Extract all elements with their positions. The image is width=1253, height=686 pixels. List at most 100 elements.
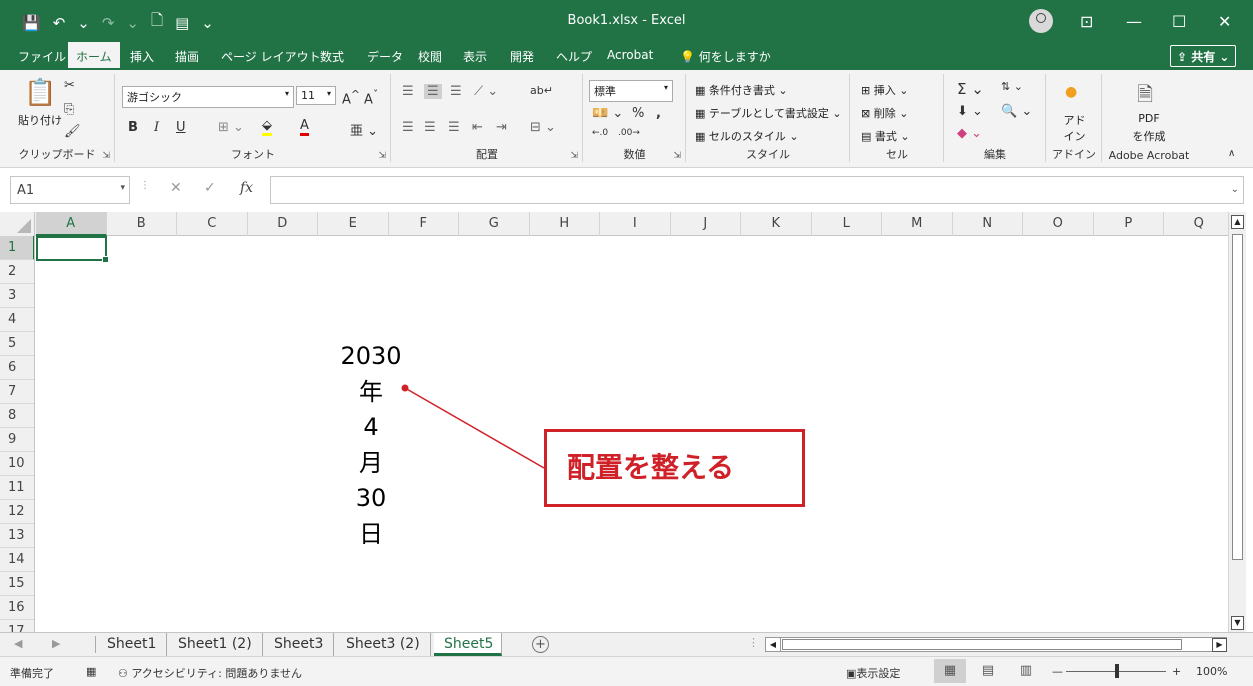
row-header-1[interactable]: 1 <box>0 236 34 260</box>
dialog-launcher-icon[interactable]: ⇲ <box>673 151 681 161</box>
row-header-5[interactable]: 5 <box>0 332 34 356</box>
minimize-icon[interactable]: — <box>1126 12 1142 31</box>
align-center-icon[interactable]: ☰ <box>424 120 436 135</box>
vertical-scroll-thumb[interactable] <box>1232 234 1243 560</box>
copy-icon[interactable]: ⎘ <box>64 102 74 117</box>
sort-filter-icon[interactable]: ⇅ ⌄ <box>1001 80 1023 93</box>
user-avatar[interactable] <box>1029 9 1053 33</box>
tab-file[interactable]: ファイル <box>18 48 66 65</box>
scroll-tabs-left-icon[interactable]: ◀ <box>14 637 22 650</box>
tab-draw[interactable]: 描画 <box>175 48 199 65</box>
scroll-up-icon[interactable]: ▲ <box>1231 215 1244 229</box>
enter-icon[interactable]: ✓ <box>204 180 216 196</box>
column-header-l[interactable]: L <box>812 212 882 236</box>
paste-button[interactable]: 貼り付け <box>18 112 62 128</box>
format-painter-icon[interactable]: 🖌 <box>64 124 81 139</box>
cancel-icon[interactable]: ✕ <box>170 180 182 196</box>
addins-button-label-2[interactable]: イン <box>1047 128 1102 144</box>
row-header-7[interactable]: 7 <box>0 380 34 404</box>
row-header-4[interactable]: 4 <box>0 308 34 332</box>
addins-icon[interactable]: ● <box>1065 84 1077 100</box>
normal-view-icon[interactable]: ▦ <box>934 659 966 683</box>
tab-developer[interactable]: 開発 <box>510 48 534 65</box>
column-header-e[interactable]: E <box>318 212 389 236</box>
dialog-launcher-icon[interactable]: ⇲ <box>102 151 110 161</box>
column-header-a[interactable]: A <box>36 212 107 236</box>
scroll-left-icon[interactable]: ◀ <box>766 638 781 651</box>
column-header-i[interactable]: I <box>600 212 671 236</box>
autosum-icon[interactable]: Σ ⌄ <box>957 80 984 98</box>
tab-view[interactable]: 表示 <box>463 48 487 65</box>
currency-icon[interactable]: 💴 ⌄ <box>592 106 623 121</box>
zoom-level[interactable]: 100% <box>1196 665 1227 678</box>
horizontal-scroll-thumb[interactable] <box>782 639 1182 650</box>
column-header-n[interactable]: N <box>953 212 1023 236</box>
wrap-text-icon[interactable]: ab↵ <box>530 84 553 97</box>
zoom-in-button[interactable]: + <box>1172 665 1181 678</box>
scroll-down-icon[interactable]: ▼ <box>1231 616 1244 630</box>
column-header-k[interactable]: K <box>741 212 812 236</box>
tab-home[interactable]: ホーム <box>68 42 120 70</box>
maximize-icon[interactable]: ☐ <box>1172 12 1186 31</box>
align-bottom-icon[interactable]: ☰ <box>450 84 462 99</box>
display-settings-button[interactable]: ▣表示設定 <box>846 665 900 681</box>
paste-icon[interactable]: 📋 <box>24 78 56 108</box>
clear-icon[interactable]: ◆ ⌄ <box>957 126 982 141</box>
dialog-launcher-icon[interactable]: ⇲ <box>378 151 386 161</box>
column-header-b[interactable]: B <box>107 212 177 236</box>
format-cells-button[interactable]: ▤ 書式 ⌄ <box>861 128 910 144</box>
column-header-c[interactable]: C <box>177 212 248 236</box>
vertical-scrollbar[interactable]: ▲ ▼ <box>1228 212 1246 632</box>
format-as-table-button[interactable]: ▦ テーブルとして書式設定 ⌄ <box>695 105 842 121</box>
redo-icon[interactable]: ↷ <box>102 14 115 32</box>
redo-dropdown-icon[interactable]: ⌄ <box>126 14 139 32</box>
share-button[interactable]: ⇪ 共有 ⌄ <box>1170 45 1236 67</box>
row-header-9[interactable]: 9 <box>0 428 34 452</box>
zoom-out-button[interactable]: — <box>1052 665 1063 678</box>
number-format-select[interactable]: 標準 ▾ <box>589 80 673 102</box>
ribbon-display-icon[interactable]: ⊡ <box>1080 12 1093 31</box>
column-header-g[interactable]: G <box>459 212 530 236</box>
macro-record-icon[interactable]: ▦ <box>86 665 96 678</box>
row-header-13[interactable]: 13 <box>0 524 34 548</box>
add-sheet-icon[interactable]: + <box>532 636 549 653</box>
tab-page-layout[interactable]: ページ レイアウト <box>221 48 321 65</box>
row-header-2[interactable]: 2 <box>0 260 34 284</box>
insert-cells-button[interactable]: ⊞ 挿入 ⌄ <box>861 82 908 98</box>
tab-review[interactable]: 校閲 <box>418 48 442 65</box>
split-handle-icon[interactable]: ⋮ <box>748 636 759 649</box>
column-header-j[interactable]: J <box>671 212 741 236</box>
border-icon[interactable]: ⊞ ⌄ <box>218 120 244 135</box>
select-all-button[interactable] <box>0 212 35 236</box>
formula-input[interactable]: ⌄ <box>270 176 1244 204</box>
addins-button-label-1[interactable]: アド <box>1047 112 1102 128</box>
conditional-formatting-button[interactable]: ▦ 条件付き書式 ⌄ <box>695 82 788 98</box>
merge-center-icon[interactable]: ⊟ ⌄ <box>530 120 556 135</box>
tab-data[interactable]: データ <box>367 48 403 65</box>
decrease-decimal-icon[interactable]: .00→ <box>618 128 640 138</box>
row-header-14[interactable]: 14 <box>0 548 34 572</box>
accessibility-status[interactable]: ⚇ アクセシビリティ: 問題ありません <box>118 665 302 681</box>
orientation-icon[interactable]: ⟋ ⌄ <box>474 84 498 99</box>
collapse-ribbon-icon[interactable]: ∧ <box>1228 148 1235 159</box>
active-cell[interactable] <box>36 236 109 263</box>
sheet-tab-sheet1-2[interactable]: Sheet1 (2) <box>168 633 263 656</box>
align-right-icon[interactable]: ☰ <box>448 120 460 135</box>
column-header-m[interactable]: M <box>882 212 953 236</box>
font-color-icon[interactable]: A <box>300 118 309 136</box>
underline-button[interactable]: U <box>176 120 186 135</box>
page-layout-view-icon[interactable]: ▤ <box>972 659 1004 683</box>
row-header-10[interactable]: 10 <box>0 452 34 476</box>
row-header-3[interactable]: 3 <box>0 284 34 308</box>
row-header-15[interactable]: 15 <box>0 572 34 596</box>
tab-formulas[interactable]: 数式 <box>320 48 344 65</box>
find-select-icon[interactable]: 🔍 ⌄ <box>1001 104 1032 119</box>
fill-icon[interactable]: ⬇ ⌄ <box>957 104 983 119</box>
print-preview-icon[interactable]: 🗋 <box>151 10 163 35</box>
customize-qat-icon[interactable]: ⌄ <box>201 14 214 32</box>
column-header-o[interactable]: O <box>1023 212 1094 236</box>
cell-e5-content[interactable]: 2030 年 4 月 30 日 <box>336 339 406 552</box>
create-pdf-label-2[interactable]: を作成 <box>1103 128 1195 144</box>
decrease-indent-icon[interactable]: ⇤ <box>472 120 483 135</box>
font-name-select[interactable]: 游ゴシック ▾ <box>122 86 294 108</box>
